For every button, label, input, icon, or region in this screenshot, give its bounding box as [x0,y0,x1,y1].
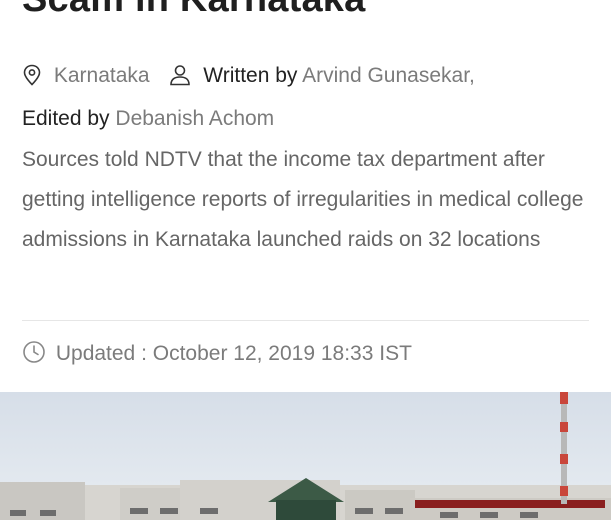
updated-timestamp: Updated : October 12, 2019 18:33 IST [22,340,412,370]
location-link[interactable]: Karnataka [54,64,150,87]
article-summary: Sources told NDTV that the income tax de… [22,148,584,251]
article-headline: Scam in Karnataka [22,0,365,21]
article-byline: Karnataka Written by Arvind Gunasekar, E… [22,56,592,138]
author-link[interactable]: Arvind Gunasekar, [302,64,475,87]
map-pin-icon [22,60,42,99]
person-icon [169,60,191,99]
clock-icon [22,340,46,370]
updated-text: Updated : October 12, 2019 18:33 IST [55,342,412,365]
editor-link[interactable]: Debanish Achom [115,107,274,130]
written-by-label: Written by [203,64,298,87]
article-photo [0,392,611,520]
divider [22,320,589,321]
edited-by-label: Edited by [22,107,110,130]
